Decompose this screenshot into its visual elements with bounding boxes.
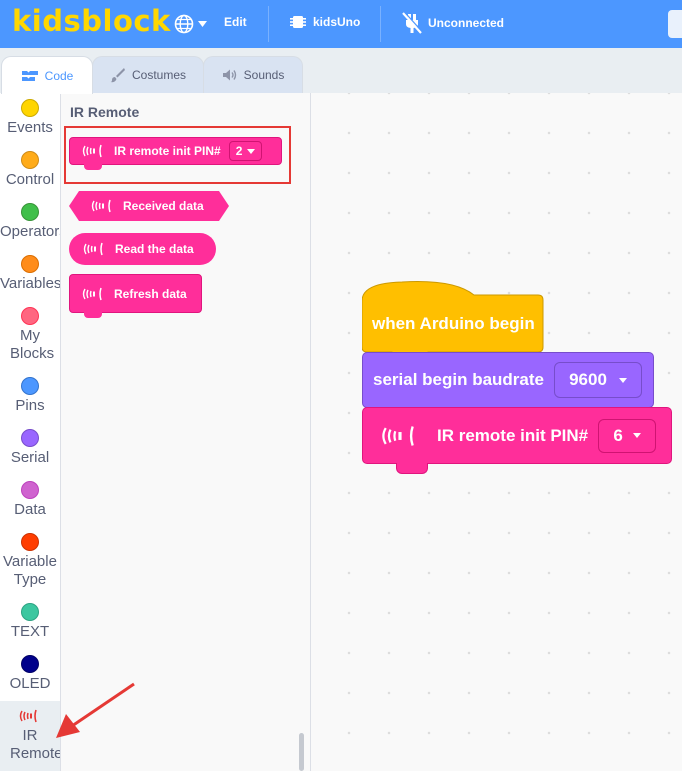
tab-costumes-label: Costumes bbox=[131, 68, 187, 82]
highlight-box bbox=[64, 126, 291, 184]
code-blocks-icon bbox=[21, 70, 38, 81]
category-label: IR Remote bbox=[10, 727, 61, 762]
category-label: Events bbox=[7, 119, 53, 136]
pin-value: 6 bbox=[613, 425, 623, 445]
ir-signal-icon bbox=[382, 425, 414, 446]
serial-begin-block[interactable]: serial begin baudrate 9600 bbox=[362, 352, 654, 408]
dropdown-arrow-icon bbox=[632, 433, 641, 438]
ir-signal-icon bbox=[91, 199, 111, 213]
refresh-data-label: Refresh data bbox=[114, 286, 187, 301]
category-label: Control bbox=[5, 171, 55, 188]
connection-status: Unconnected bbox=[428, 16, 505, 30]
tab-sounds[interactable]: Sounds bbox=[203, 56, 303, 93]
code-workspace[interactable]: when Arduino begin serial begin baudrate… bbox=[311, 93, 682, 771]
pin-dropdown[interactable]: 6 bbox=[598, 418, 657, 453]
ir-init-workspace-label: IR remote init PIN# bbox=[437, 425, 589, 445]
category-my-blocks[interactable]: My Blocks bbox=[0, 301, 60, 363]
read-data-block[interactable]: Read the data bbox=[69, 233, 216, 265]
category-events[interactable]: Events bbox=[0, 93, 60, 137]
tab-sounds-label: Sounds bbox=[243, 68, 285, 82]
control-dot-icon bbox=[21, 151, 39, 169]
text-dot-icon bbox=[21, 603, 39, 621]
baudrate-dropdown[interactable]: 9600 bbox=[554, 362, 642, 398]
category-label: Operators bbox=[0, 223, 61, 240]
pins-dot-icon bbox=[21, 377, 39, 395]
events-dot-icon bbox=[21, 99, 39, 117]
caret-down-icon bbox=[198, 21, 207, 27]
globe-icon bbox=[174, 14, 194, 34]
app-logo[interactable]: kidsblock bbox=[12, 4, 171, 38]
block-palette: IR Remote IR remote init PIN# 2 Received… bbox=[61, 93, 311, 771]
category-pins[interactable]: Pins bbox=[0, 371, 60, 415]
block-notch bbox=[84, 312, 102, 318]
category-label: My Blocks bbox=[10, 327, 55, 362]
board-name: kidsUno bbox=[313, 15, 361, 29]
menu-divider bbox=[380, 6, 381, 42]
baudrate-value: 9600 bbox=[569, 370, 607, 389]
ir-signal-icon bbox=[83, 242, 103, 256]
data-dot-icon bbox=[21, 481, 39, 499]
category-data[interactable]: Data bbox=[0, 475, 60, 519]
category-label: TEXT bbox=[10, 623, 50, 640]
variables-dot-icon bbox=[21, 255, 39, 273]
category-label: Serial bbox=[10, 449, 50, 466]
oled-dot-icon bbox=[21, 655, 39, 673]
category-variables[interactable]: Variables bbox=[0, 249, 60, 293]
ir-remote-init-block[interactable]: IR remote init PIN# 6 bbox=[362, 407, 672, 464]
received-data-label: Received data bbox=[123, 199, 204, 213]
language-menu[interactable] bbox=[174, 12, 210, 36]
category-label: Variables bbox=[0, 275, 61, 292]
palette-scrollbar[interactable] bbox=[299, 733, 304, 771]
editor-tabs: Code Costumes Sounds bbox=[0, 48, 682, 94]
category-label: OLED bbox=[9, 675, 51, 692]
paintbrush-icon bbox=[110, 68, 125, 83]
category-oled[interactable]: OLED bbox=[0, 649, 60, 693]
category-serial[interactable]: Serial bbox=[0, 423, 60, 467]
corner-button[interactable] bbox=[668, 10, 682, 38]
disconnected-plug-icon bbox=[402, 12, 422, 34]
tab-code-label: Code bbox=[44, 68, 74, 83]
serial-begin-label: serial begin baudrate bbox=[373, 370, 544, 389]
tab-code[interactable]: Code bbox=[1, 56, 93, 94]
refresh-data-block[interactable]: Refresh data bbox=[69, 274, 202, 318]
category-ir-remote[interactable]: IR Remote bbox=[0, 701, 60, 771]
ir-signal-icon bbox=[82, 287, 102, 300]
operators-dot-icon bbox=[21, 203, 39, 221]
block-notch bbox=[396, 463, 428, 474]
serial-dot-icon bbox=[21, 429, 39, 447]
connection-menu[interactable]: Unconnected bbox=[402, 12, 504, 34]
palette-title: IR Remote bbox=[70, 104, 140, 120]
category-menu: Events Control Operators Variables My Bl… bbox=[0, 93, 61, 771]
menu-divider bbox=[268, 6, 269, 42]
ir-remote-icon bbox=[19, 709, 37, 723]
category-variable-type[interactable]: Variable Type bbox=[0, 527, 60, 589]
tab-costumes[interactable]: Costumes bbox=[92, 56, 204, 93]
speaker-icon bbox=[222, 69, 236, 81]
category-label: Pins bbox=[15, 397, 45, 414]
category-operators[interactable]: Operators bbox=[0, 197, 60, 241]
category-label: Variable Type bbox=[3, 553, 57, 588]
dropdown-arrow-icon bbox=[618, 377, 627, 383]
category-text[interactable]: TEXT bbox=[0, 597, 60, 641]
menu-bar: kidsblock Edit kidsUno Unconnected bbox=[0, 0, 682, 48]
read-data-label: Read the data bbox=[115, 242, 194, 256]
my-blocks-dot-icon bbox=[21, 307, 39, 325]
variable-type-dot-icon bbox=[21, 533, 39, 551]
board-chip-icon bbox=[290, 16, 306, 28]
received-data-block[interactable]: Received data bbox=[69, 191, 229, 221]
category-label: Data bbox=[14, 501, 46, 518]
category-control[interactable]: Control bbox=[0, 145, 60, 189]
board-menu[interactable]: kidsUno bbox=[289, 13, 360, 31]
hat-block-label: when Arduino begin bbox=[372, 314, 535, 333]
when-arduino-begin-block[interactable]: when Arduino begin bbox=[362, 281, 545, 354]
edit-menu[interactable]: Edit bbox=[224, 15, 247, 29]
